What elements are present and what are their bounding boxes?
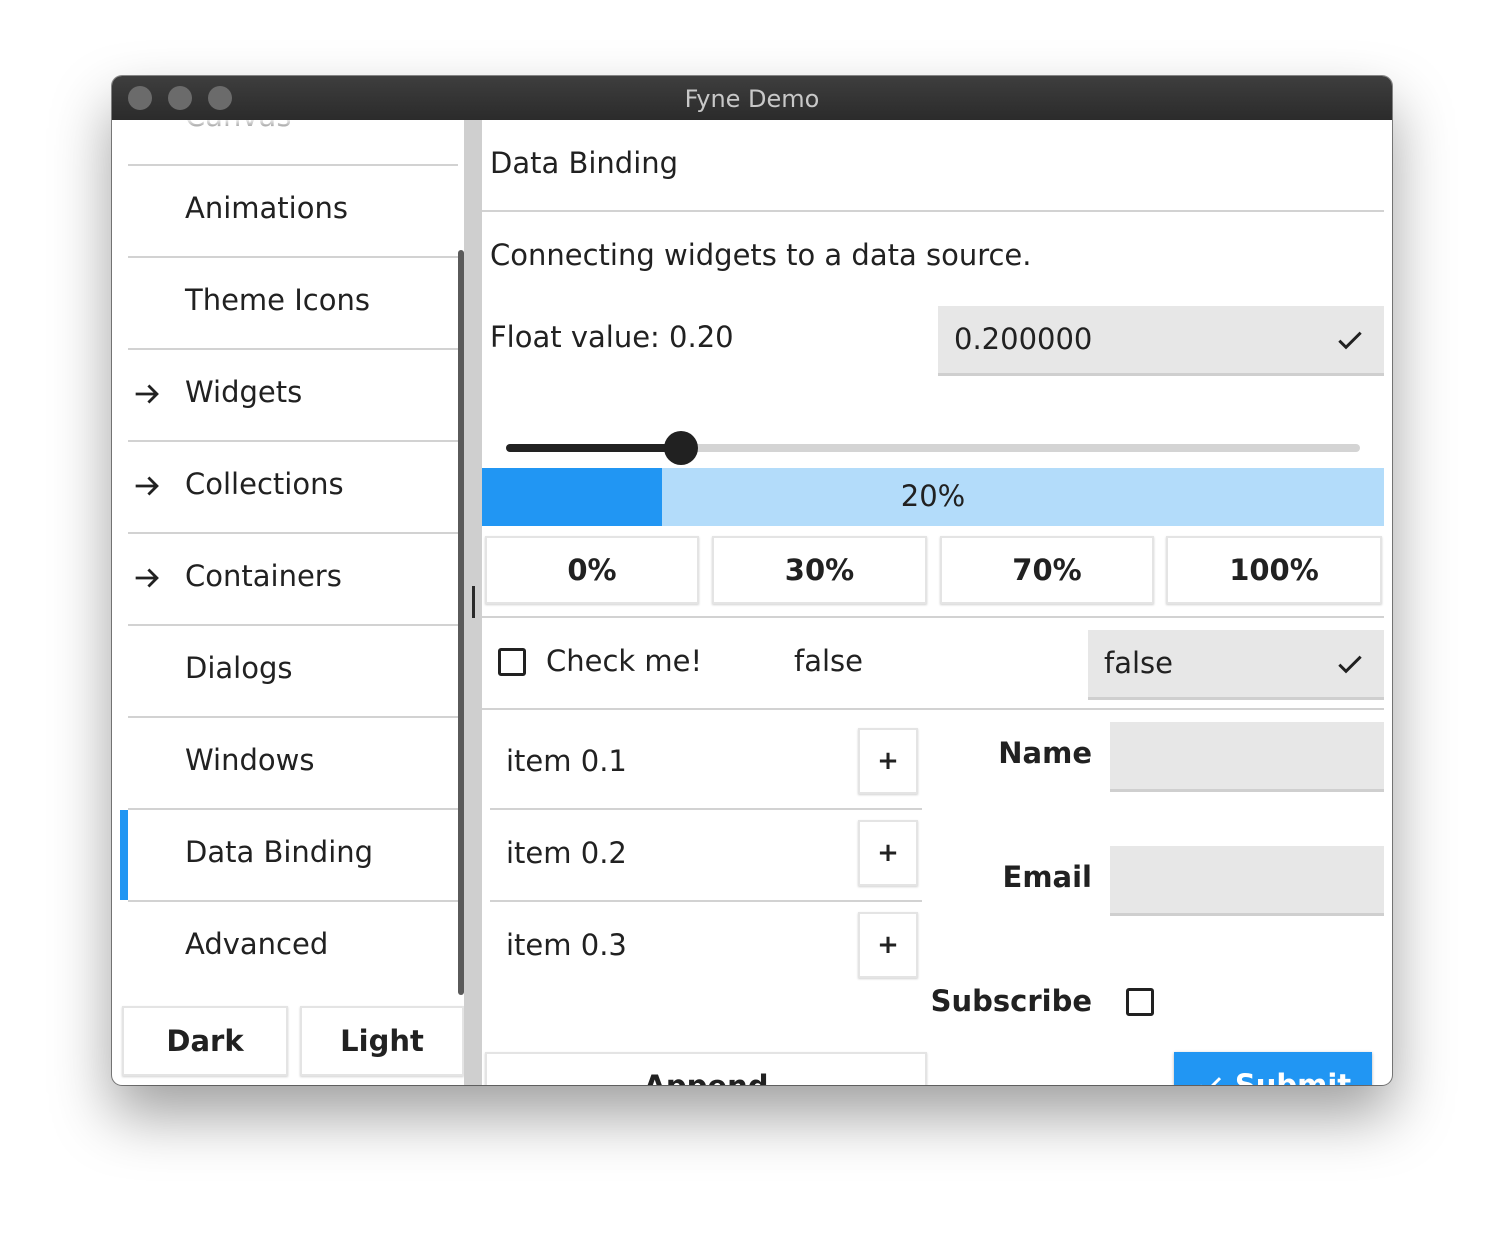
list-item: item 0.1 <box>506 744 627 778</box>
app-window: Fyne Demo CanvasAnimationsTheme IconsWid… <box>112 76 1392 1085</box>
sidebar-item-label: Windows <box>185 743 315 777</box>
arrow-right-icon[interactable] <box>130 469 164 503</box>
arrow-right-icon[interactable] <box>130 561 164 595</box>
sidebar-item-data-binding[interactable]: Data Binding <box>112 808 460 900</box>
sidebar-separator <box>128 624 458 626</box>
check-entry[interactable]: false <box>1088 630 1384 700</box>
name-field[interactable] <box>1110 722 1384 792</box>
light-theme-button[interactable]: Light <box>300 1006 464 1076</box>
sidebar-item-collections[interactable]: Collections <box>112 440 460 532</box>
float-entry-value: 0.200000 <box>954 322 1093 356</box>
email-label: Email <box>1002 860 1092 894</box>
subscribe-checkbox[interactable] <box>1126 988 1154 1016</box>
add-button[interactable]: + <box>858 820 918 886</box>
preset-30-button[interactable]: 30% <box>712 536 927 604</box>
sidebar-separator <box>128 900 458 902</box>
float-slider[interactable] <box>682 444 1360 452</box>
window-title: Fyne Demo <box>684 85 820 113</box>
sidebar-separator <box>128 716 458 718</box>
slider-thumb[interactable] <box>664 431 698 465</box>
page-description: Connecting widgets to a data source. <box>490 238 1032 272</box>
sidebar-item-animations[interactable]: Animations <box>112 164 460 256</box>
main-panel: Data Binding Connecting widgets to a dat… <box>482 120 1392 1085</box>
slider-track-filled <box>506 444 682 452</box>
title-separator <box>482 210 1384 212</box>
title-bar: Fyne Demo <box>112 76 1392 120</box>
list-separator <box>490 808 922 810</box>
check-icon <box>1338 655 1362 674</box>
check-me-label[interactable]: Check me! <box>546 644 702 678</box>
progress-bar: 20% <box>482 468 1384 526</box>
progress-label: 20% <box>900 479 966 513</box>
sidebar-item-label: Containers <box>185 559 342 593</box>
sidebar-separator <box>128 164 458 166</box>
preset-70-button[interactable]: 70% <box>940 536 1154 604</box>
sidebar-separator <box>128 808 458 810</box>
submit-label: Submit <box>1234 1068 1352 1085</box>
check-icon <box>1200 1077 1221 1085</box>
dark-theme-button[interactable]: Dark <box>122 1006 288 1076</box>
sidebar-separator <box>128 440 458 442</box>
sidebar-separator <box>128 256 458 258</box>
selection-indicator <box>120 810 128 900</box>
add-button[interactable]: + <box>858 728 918 794</box>
check-icon <box>1338 331 1362 350</box>
sidebar-item-label: Data Binding <box>185 835 374 869</box>
float-value-label: Float value: 0.20 <box>490 320 734 354</box>
sidebar-item-label: Collections <box>185 467 344 501</box>
sidebar-item-label: Dialogs <box>185 651 293 685</box>
page-title: Data Binding <box>490 146 679 180</box>
sidebar-separator <box>128 532 458 534</box>
sidebar-item-widgets[interactable]: Widgets <box>112 348 460 440</box>
add-button[interactable]: + <box>858 912 918 978</box>
sidebar-item-theme-icons[interactable]: Theme Icons <box>112 256 460 348</box>
list-separator <box>490 900 922 902</box>
submit-button[interactable]: Submit <box>1174 1052 1372 1085</box>
sidebar-item-label: Theme Icons <box>185 283 370 317</box>
sidebar-item-advanced[interactable]: Advanced <box>112 900 460 992</box>
sidebar-item-containers[interactable]: Containers <box>112 532 460 624</box>
check-state-label: false <box>794 644 863 678</box>
subscribe-label: Subscribe <box>930 984 1092 1018</box>
name-label: Name <box>998 736 1092 770</box>
sidebar-item-dialogs[interactable]: Dialogs <box>112 624 460 716</box>
preset-0-button[interactable]: 0% <box>485 536 699 604</box>
check-entry-value: false <box>1104 646 1173 680</box>
sidebar-item-label: Widgets <box>185 375 303 409</box>
navigation-tree[interactable]: CanvasAnimationsTheme IconsWidgetsCollec… <box>112 120 460 1000</box>
sidebar-item-windows[interactable]: Windows <box>112 716 460 808</box>
append-button[interactable]: Append <box>485 1052 927 1085</box>
section-separator <box>482 616 1384 618</box>
sidebar-separator <box>128 348 458 350</box>
scroll-shadow <box>112 120 460 140</box>
sidebar-item-label: Advanced <box>185 927 329 961</box>
check-me-checkbox[interactable] <box>498 648 526 676</box>
sidebar: CanvasAnimationsTheme IconsWidgetsCollec… <box>112 120 470 1085</box>
arrow-right-icon[interactable] <box>130 377 164 411</box>
list-item: item 0.3 <box>506 928 627 962</box>
float-entry[interactable]: 0.200000 <box>938 306 1384 376</box>
preset-100-button[interactable]: 100% <box>1166 536 1382 604</box>
section-separator <box>482 708 1384 710</box>
split-handle[interactable] <box>472 586 475 618</box>
list-item: item 0.2 <box>506 836 627 870</box>
sidebar-item-label: Animations <box>185 191 348 225</box>
email-field[interactable] <box>1110 846 1384 916</box>
